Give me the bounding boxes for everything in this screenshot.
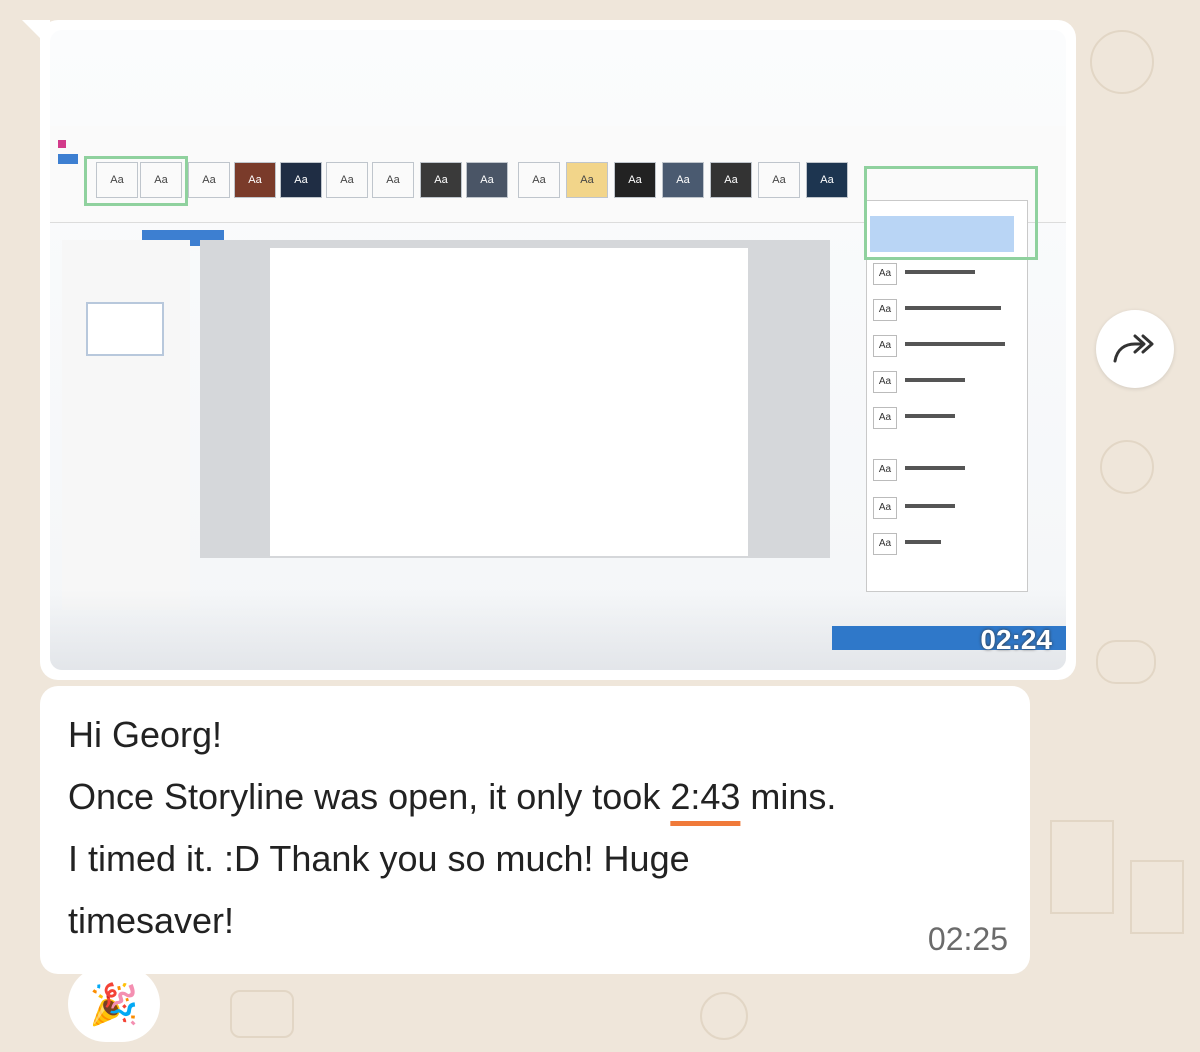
background-doodle	[230, 990, 294, 1038]
image-message-bubble: Aa Aa Aa Aa Aa Aa Aa Aa Aa Aa Aa Aa Aa A…	[40, 20, 1076, 680]
message-timestamp: 02:25	[927, 921, 1008, 957]
theme-tile: Aa	[518, 162, 560, 198]
background-doodle	[1090, 30, 1154, 94]
theme-tile: Aa	[710, 162, 752, 198]
message-fragment: Once Storyline was open, it only took	[68, 776, 671, 817]
font-option: Aa	[873, 257, 1017, 287]
party-popper-icon: 🎉	[89, 982, 139, 1027]
theme-tile: Aa	[420, 162, 462, 198]
video-duration: 02:24	[980, 624, 1052, 655]
text-message-bubble: Hi Georg! Once Storyline was open, it on…	[40, 686, 1030, 974]
message-line: I timed it. :D Thank you so much! Huge	[68, 838, 690, 879]
forward-button[interactable]	[1096, 310, 1174, 388]
theme-tile: Aa	[326, 162, 368, 198]
background-doodle	[1096, 640, 1156, 684]
message-line: timesaver!	[68, 900, 235, 941]
screenshot-blank-slide	[270, 248, 748, 556]
screenshot-slide-panel	[62, 240, 190, 610]
forward-icon	[1113, 334, 1154, 363]
theme-tile: Aa	[758, 162, 800, 198]
font-option: Aa	[873, 453, 1017, 483]
theme-tile: Aa	[662, 162, 704, 198]
screenshot-slide-thumbnail	[86, 302, 164, 356]
highlighted-duration: 2:43	[670, 776, 741, 817]
message-fragment: mins.	[740, 776, 837, 817]
theme-tile: Aa	[188, 162, 230, 198]
theme-tile: Aa	[614, 162, 656, 198]
font-option: Aa	[873, 401, 1017, 431]
theme-tile: Aa	[466, 162, 508, 198]
background-doodle	[1130, 860, 1184, 934]
background-doodle	[700, 992, 748, 1040]
theme-tile: Aa	[566, 162, 608, 198]
message-line: Hi Georg!	[68, 714, 223, 755]
theme-tile: Aa	[372, 162, 414, 198]
theme-tile: Aa	[280, 162, 322, 198]
background-doodle	[1100, 440, 1154, 494]
background-doodle	[1050, 820, 1114, 914]
theme-tile: Aa	[234, 162, 276, 198]
theme-tile: Aa	[806, 162, 848, 198]
font-option: Aa	[873, 329, 1017, 359]
screenshot-app-icon	[58, 140, 66, 148]
reaction-badge[interactable]: 🎉	[68, 966, 160, 1042]
font-option: Aa	[873, 527, 1017, 557]
green-highlight-box	[84, 156, 188, 206]
shared-screenshot[interactable]: Aa Aa Aa Aa Aa Aa Aa Aa Aa Aa Aa Aa Aa A…	[50, 30, 1066, 670]
green-highlight-box	[864, 166, 1038, 260]
message-line: Once Storyline was open, it only took 2:…	[68, 766, 1028, 828]
font-option: Aa	[873, 365, 1017, 395]
message-text[interactable]: Hi Georg! Once Storyline was open, it on…	[68, 704, 1028, 952]
screenshot-file-tab	[58, 154, 78, 164]
font-option: Aa	[873, 293, 1017, 323]
font-option: Aa	[873, 491, 1017, 521]
